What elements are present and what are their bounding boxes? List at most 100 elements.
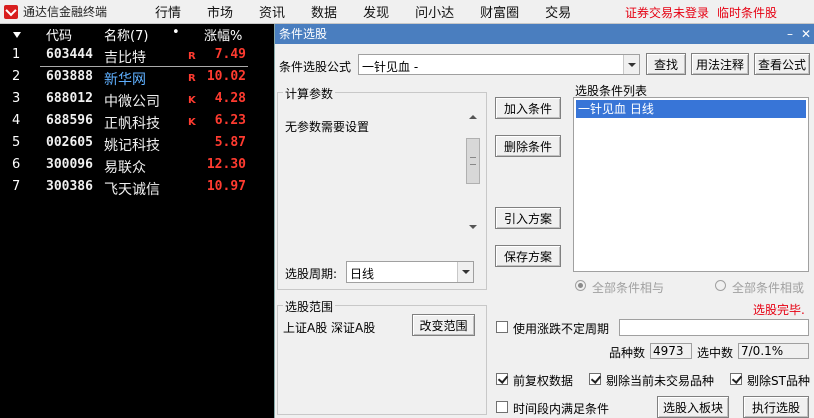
stock-flag: R <box>188 51 196 62</box>
stock-code: 300096 <box>46 157 93 172</box>
period-input[interactable] <box>619 319 809 336</box>
view-formula-button[interactable]: 查看公式 <box>754 53 810 75</box>
formula-value: 一针见血 - <box>362 60 419 74</box>
change-pct: 12.30 <box>206 157 246 172</box>
chevron-down-icon[interactable] <box>457 262 473 282</box>
menu-item-market[interactable]: 市场 <box>207 2 233 21</box>
condition-list[interactable]: 一针见血 日线 <box>573 97 809 272</box>
row-index: 4 <box>12 113 21 128</box>
table-row[interactable]: 5 002605 姚记科技 5.87 <box>0 133 272 155</box>
use-period-label: 使用涨跌不定周期 <box>513 322 610 336</box>
use-period-checkbox[interactable] <box>496 321 508 333</box>
menu-item-ask[interactable]: 问小达 <box>415 2 454 21</box>
exclude-untraded-checkbox[interactable] <box>589 373 601 385</box>
menu-item-trade[interactable]: 交易 <box>545 2 571 21</box>
change-range-button[interactable]: 改变范围 <box>412 314 475 336</box>
app-logo-icon <box>4 4 18 19</box>
row-index: 5 <box>12 135 21 150</box>
params-text: 无参数需要设置 <box>285 120 370 134</box>
change-pct: 10.97 <box>206 179 246 194</box>
radio-and[interactable] <box>575 280 586 291</box>
change-pct: 4.28 <box>214 91 246 106</box>
time-range-label: 时间段内满足条件 <box>513 402 610 416</box>
stock-flag: R <box>188 73 196 84</box>
selected-label: 选中数 <box>697 346 734 360</box>
exclude-untraded-label: 剔除当前未交易品种 <box>606 374 715 388</box>
header-name[interactable]: 名称(7) <box>104 25 148 44</box>
add-to-block-button[interactable]: 选股入板块 <box>657 396 729 418</box>
login-status[interactable]: 证券交易未登录 <box>625 4 709 21</box>
stock-code: 002605 <box>46 135 93 150</box>
range-group-title: 选股范围 <box>283 298 336 315</box>
count-label: 品种数 <box>609 346 646 360</box>
chevron-down-icon[interactable] <box>623 55 639 74</box>
usage-notes-button[interactable]: 用法注释 <box>691 53 749 75</box>
menu-item-quotes[interactable]: 行情 <box>155 2 181 21</box>
menu-item-news[interactable]: 资讯 <box>259 2 285 21</box>
table-row[interactable]: 1 603444 吉比特 R 7.49 <box>0 45 272 67</box>
radio-or[interactable] <box>715 280 726 291</box>
header-change-pct[interactable]: 涨幅% <box>204 25 242 44</box>
import-plan-button[interactable]: 引入方案 <box>495 207 561 229</box>
exclude-st-checkbox[interactable] <box>730 373 742 385</box>
row-index: 2 <box>12 69 21 84</box>
stock-name: 飞天诚信 <box>104 182 160 198</box>
exclude-st-label: 剔除ST品种 <box>747 374 810 388</box>
period-select[interactable]: 日线 <box>346 261 474 283</box>
row-index: 1 <box>12 47 21 62</box>
condition-stock-status[interactable]: 临时条件股 <box>717 4 777 21</box>
find-button[interactable]: 查找 <box>646 53 686 75</box>
header-dot[interactable]: • <box>172 25 180 40</box>
run-selection-button[interactable]: 执行选股 <box>743 396 809 418</box>
condition-select-dialog: 条件选股 – ✕ 条件选股公式 一针见血 - 查找 用法注释 查看公式 计算参数… <box>274 24 814 418</box>
quote-table-header: 代码 名称(7) • 涨幅% <box>0 24 272 44</box>
table-row[interactable]: 2 603888 新华网 R 10.02 <box>0 67 272 89</box>
header-code[interactable]: 代码 <box>46 25 72 44</box>
stock-code: 688596 <box>46 113 93 128</box>
params-scrollbar[interactable] <box>465 110 481 234</box>
menu-bar: 通达信金融终端 行情 市场 资讯 数据 发现 问小达 财富圈 交易 证券交易未登… <box>0 0 814 24</box>
table-row[interactable]: 6 300096 易联众 12.30 <box>0 155 272 177</box>
stock-name: 新华网 <box>104 72 146 88</box>
scroll-up-icon[interactable] <box>465 110 481 124</box>
row-index: 7 <box>12 179 21 194</box>
stock-code: 688012 <box>46 91 93 106</box>
stock-flag: K <box>188 117 196 128</box>
selected-field: 7/0.1% <box>738 343 809 359</box>
period-label: 选股周期: <box>285 267 338 281</box>
table-row[interactable]: 3 688012 中微公司 K 4.28 <box>0 89 272 111</box>
quote-table: 代码 名称(7) • 涨幅% 1 603444 吉比特 R 7.49 2 603… <box>0 24 272 418</box>
time-range-checkbox[interactable] <box>496 401 508 413</box>
change-pct: 7.49 <box>214 47 246 62</box>
formula-select[interactable]: 一针见血 - <box>358 54 640 75</box>
list-item[interactable]: 一针见血 日线 <box>576 100 806 118</box>
close-icon[interactable]: ✕ <box>797 24 814 44</box>
sort-arrow-icon[interactable] <box>13 32 21 38</box>
stock-flag: K <box>188 95 196 106</box>
period-value: 日线 <box>350 267 375 281</box>
range-text: 上证A股 深证A股 <box>283 321 376 335</box>
stock-name: 吉比特 <box>104 50 146 66</box>
row-index: 3 <box>12 91 21 106</box>
scroll-thumb[interactable] <box>466 138 480 184</box>
radio-and-label: 全部条件相与 <box>592 281 665 295</box>
save-plan-button[interactable]: 保存方案 <box>495 245 561 267</box>
table-row[interactable]: 7 300386 飞天诚信 10.97 <box>0 177 272 199</box>
change-pct: 6.23 <box>214 113 246 128</box>
formula-label: 条件选股公式 <box>279 60 352 74</box>
menu-item-discover[interactable]: 发现 <box>363 2 389 21</box>
dialog-title[interactable]: 条件选股 <box>275 24 814 44</box>
menu-item-data[interactable]: 数据 <box>311 2 337 21</box>
params-group-title: 计算参数 <box>283 85 336 102</box>
stock-code: 603444 <box>46 47 93 62</box>
menu-item-wealth[interactable]: 财富圈 <box>480 2 519 21</box>
stock-name: 易联众 <box>104 160 146 176</box>
scroll-down-icon[interactable] <box>465 220 481 234</box>
delete-condition-button[interactable]: 删除条件 <box>495 135 561 157</box>
table-row[interactable]: 4 688596 正帆科技 K 6.23 <box>0 111 272 133</box>
adjusted-data-label: 前复权数据 <box>513 374 574 388</box>
stock-name: 中微公司 <box>104 94 160 110</box>
adjusted-data-checkbox[interactable] <box>496 373 508 385</box>
add-condition-button[interactable]: 加入条件 <box>495 97 561 119</box>
stock-code: 300386 <box>46 179 93 194</box>
